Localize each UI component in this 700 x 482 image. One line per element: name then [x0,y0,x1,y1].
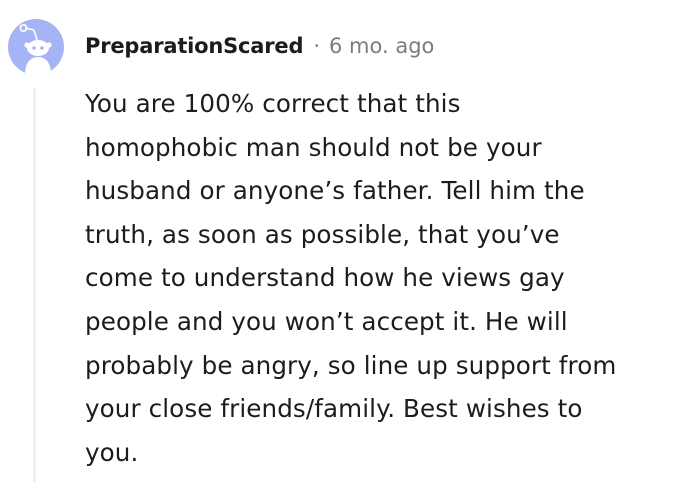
comment-timestamp[interactable]: 6 mo. ago [329,34,434,58]
comment-body-line: husband or anyone’s father. Tell him the [85,176,585,206]
username-link[interactable]: PreparationScared [85,34,304,58]
thread-line[interactable] [33,88,36,482]
comment: PreparationScared · 6 mo. ago You are 10… [0,0,700,482]
user-avatar[interactable] [8,19,64,75]
comment-body-line: people and you won’t accept it. He will [85,306,568,336]
meta-separator: · [313,34,320,58]
comment-body-line: probably be angry, so line up support fr… [85,350,617,380]
comment-body-line: You are 100% correct that this [85,89,461,118]
comment-body-line: you. [85,437,139,467]
comment-body-line: homophobic man should not be your [85,132,542,162]
comment-body-line: your close friends/family. Best wishes t… [85,394,583,424]
comment-meta: PreparationScared · 6 mo. ago [85,30,434,62]
comment-body-line: truth, as soon as possible, that you’ve [85,219,560,249]
reddit-snoo-avatar-icon [8,19,64,75]
comment-body: You are 100% correct that this homophobi… [85,82,685,474]
comment-body-line: come to understand how he views gay [85,263,565,293]
